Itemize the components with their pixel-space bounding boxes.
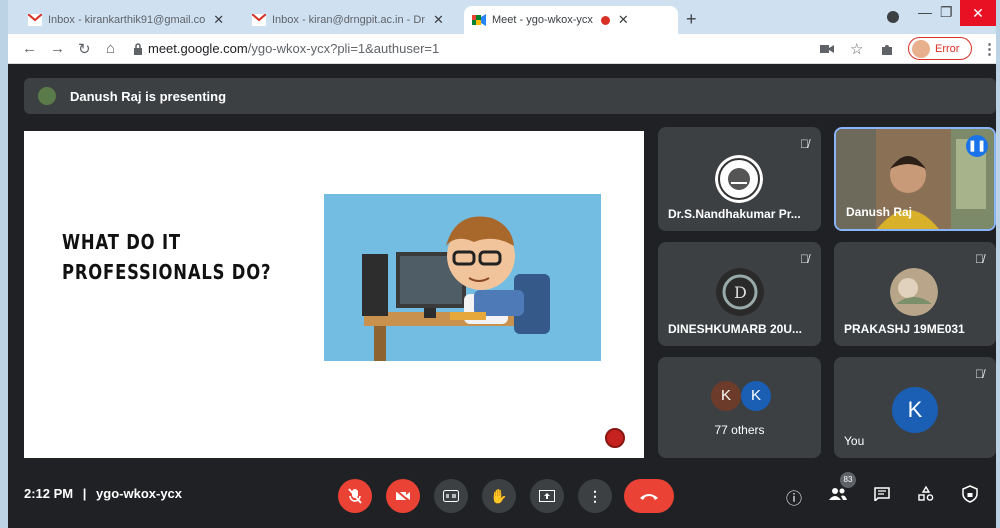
new-tab-button[interactable]: + — [686, 9, 697, 30]
tab-gmail-1[interactable]: Inbox - kirankarthik91@gmail.co ✕ — [20, 6, 242, 34]
participant-tile[interactable]: 🎙̸ D DINESHKUMARB 20U... — [658, 242, 821, 346]
camera-off-icon — [395, 489, 411, 503]
participant-name: DINESHKUMARB 20U... — [668, 322, 803, 336]
profile-error-button[interactable]: Error — [908, 37, 972, 60]
muted-mic-icon: 🎙̸ — [800, 137, 809, 151]
more-options-button[interactable]: ⋮ — [578, 479, 612, 513]
participant-name: Dr.S.Nandhakumar Pr... — [668, 207, 801, 221]
svg-text:D: D — [734, 283, 747, 302]
browser-menu-icon[interactable]: ⋮ — [982, 40, 997, 58]
meeting-details: 2:12 PM | ygo-wkox-ycx — [24, 486, 182, 501]
address-bar[interactable]: meet.google.com/ygo-wkox-ycx?pli=1&authu… — [148, 41, 439, 56]
leave-call-button[interactable] — [624, 479, 674, 513]
lock-icon[interactable] — [133, 43, 143, 55]
gmail-icon — [28, 14, 42, 26]
microphone-button[interactable] — [338, 479, 372, 513]
participant-avatar: D — [716, 268, 764, 316]
presenting-banner: Danush Raj is presenting — [24, 78, 996, 114]
presentation-slide: WHAT DO IT PROFESSIONALS DO? — [24, 131, 644, 458]
camera-indicator-icon[interactable] — [820, 44, 834, 54]
url-path: /ygo-wkox-ycx?pli=1&authuser=1 — [247, 41, 440, 56]
profile-error-label: Error — [935, 42, 960, 55]
minimize-button[interactable]: — — [918, 4, 932, 20]
participant-tile[interactable]: 🎙̸ PRAKASHJ 19ME031 — [834, 242, 996, 346]
self-avatar: K — [892, 387, 938, 433]
home-icon[interactable]: ⌂ — [106, 40, 115, 57]
slide-illustration — [324, 194, 601, 361]
forward-icon[interactable]: → — [50, 40, 65, 57]
close-window-button[interactable]: ✕ — [960, 0, 996, 26]
present-screen-icon — [539, 490, 555, 502]
close-tab-icon[interactable]: ✕ — [213, 12, 224, 28]
tab-title: Inbox - kirankarthik91@gmail.co — [48, 14, 206, 26]
end-call-icon — [640, 494, 658, 500]
chat-icon[interactable] — [874, 487, 890, 501]
back-icon[interactable]: ← — [22, 40, 37, 57]
maximize-button[interactable]: ❐ — [940, 4, 953, 21]
muted-mic-icon: 🎙̸ — [975, 252, 984, 266]
close-tab-icon[interactable]: ✕ — [618, 12, 629, 28]
presenter-avatar — [38, 87, 56, 105]
participant-name: Danush Raj — [846, 205, 913, 219]
participant-name: You — [844, 434, 865, 448]
close-tab-icon[interactable]: ✕ — [433, 12, 444, 28]
tab-strip: Inbox - kirankarthik91@gmail.co ✕ Inbox … — [8, 0, 996, 34]
presenting-text: Danush Raj is presenting — [70, 88, 227, 104]
participant-tile-active-speaker[interactable]: ❚❚ Danush Raj — [834, 127, 996, 231]
participant-tile[interactable]: 🎙̸ Dr.S.Nandhakumar Pr... — [658, 127, 821, 231]
others-count: 77 others — [714, 423, 765, 437]
meeting-details-info-icon[interactable]: ⓘ — [786, 485, 802, 509]
captions-icon — [443, 490, 459, 502]
slide-title-line-1: WHAT DO IT — [62, 230, 181, 254]
other-participant-avatar: K — [741, 381, 771, 411]
speaking-indicator-icon: ❚❚ — [966, 135, 988, 157]
college-emblem-avatar — [715, 155, 763, 203]
self-tile[interactable]: 🎙̸ K You — [834, 357, 996, 458]
meeting-code: ygo-wkox-ycx — [96, 486, 183, 501]
tab-title: Meet - ygo-wkox-ycx — [492, 14, 593, 26]
tab-search-icon[interactable] — [886, 10, 900, 24]
meeting-time: 2:12 PM — [24, 486, 74, 501]
other-participant-avatar: K — [711, 381, 741, 411]
more-vert-icon: ⋮ — [588, 488, 602, 504]
reload-icon[interactable]: ↻ — [78, 40, 91, 58]
slide-title: WHAT DO IT PROFESSIONALS DO? — [62, 227, 271, 287]
people-icon[interactable] — [829, 487, 847, 501]
muted-mic-icon: 🎙̸ — [975, 367, 984, 381]
extensions-icon[interactable] — [880, 42, 894, 56]
meet-icon — [472, 14, 486, 26]
bookmark-star-icon[interactable]: ☆ — [850, 40, 863, 58]
host-controls-icon[interactable] — [962, 485, 978, 503]
recording-indicator-icon — [600, 15, 610, 25]
raise-hand-button[interactable]: ✋ — [482, 479, 516, 513]
tab-title: Inbox - kiran@drngpit.ac.in - Dr — [272, 14, 426, 26]
muted-mic-icon: 🎙̸ — [800, 252, 809, 266]
camera-button[interactable] — [386, 479, 420, 513]
people-count-badge: 83 — [840, 472, 856, 488]
mic-off-icon — [348, 488, 362, 504]
browser-window: Inbox - kirankarthik91@gmail.co ✕ Inbox … — [8, 0, 997, 528]
others-tile[interactable]: K K 77 others — [658, 357, 821, 458]
present-now-button[interactable] — [530, 479, 564, 513]
participant-avatar — [890, 268, 938, 316]
hand-icon: ✋ — [490, 488, 508, 504]
tab-meet[interactable]: Meet - ygo-wkox-ycx ✕ — [464, 6, 678, 34]
programmer-illustration — [324, 194, 601, 361]
captions-button[interactable] — [434, 479, 468, 513]
url-host: meet.google.com — [148, 41, 248, 56]
participant-name: PRAKASHJ 19ME031 — [844, 322, 965, 336]
recording-dot[interactable] — [605, 428, 625, 448]
avatar — [912, 39, 930, 58]
browser-toolbar: ← → ↻ ⌂ meet.google.com/ygo-wkox-ycx?pli… — [8, 34, 997, 64]
slide-title-line-2: PROFESSIONALS DO? — [62, 260, 272, 284]
tab-gmail-2[interactable]: Inbox - kiran@drngpit.ac.in - Dr ✕ — [244, 6, 462, 34]
activities-icon[interactable] — [918, 486, 934, 502]
separator: | — [82, 486, 87, 501]
gmail-icon — [252, 14, 266, 26]
